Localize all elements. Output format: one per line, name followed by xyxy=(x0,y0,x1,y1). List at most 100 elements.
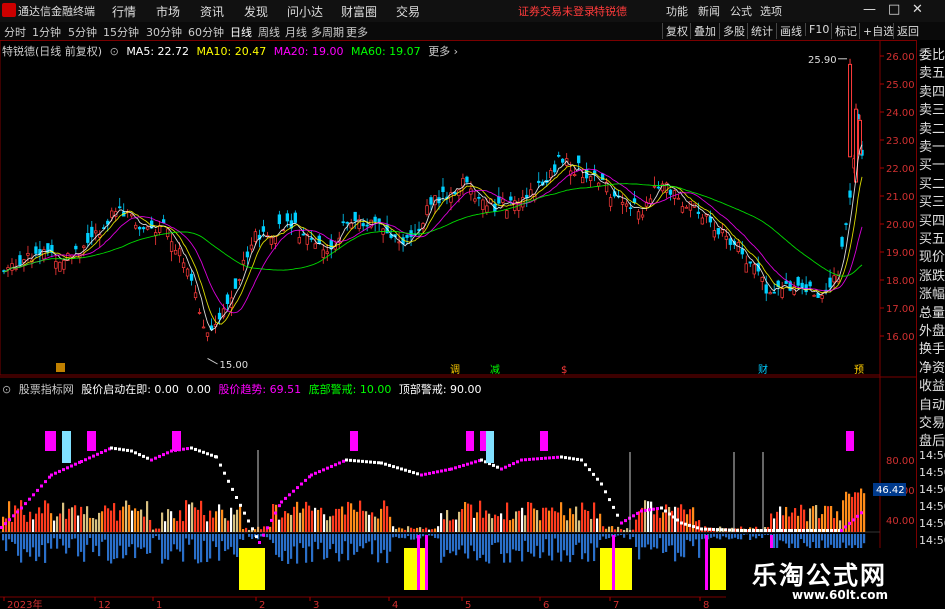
trend-line-segment xyxy=(736,528,739,532)
indicator-bar-down xyxy=(200,534,203,563)
trend-line-segment xyxy=(784,529,787,532)
trend-line-segment xyxy=(588,468,591,472)
candle-body xyxy=(648,198,653,204)
period-tab-active[interactable]: 日线 xyxy=(230,24,252,40)
period-tab[interactable]: 月线 xyxy=(285,24,307,40)
indicator-bar-down xyxy=(863,534,866,544)
price-tick-label: 20.00 xyxy=(886,220,915,231)
chart-canvas[interactable]: 26.0025.0024.0023.0022.0021.0020.0019.00… xyxy=(0,40,916,609)
toolbar-button[interactable]: F10 xyxy=(805,23,829,36)
menu-item-function[interactable]: 功能 xyxy=(666,3,688,19)
candle-body xyxy=(620,201,625,205)
indicator-bar-down xyxy=(89,534,92,539)
candle-body xyxy=(349,222,353,229)
date-tick-label: 6 xyxy=(543,600,549,609)
indicator-bar-up xyxy=(602,526,605,532)
indicator-bar-up xyxy=(29,511,32,532)
indicator-bar-up xyxy=(38,507,41,532)
maximize-icon[interactable]: □ xyxy=(888,2,900,17)
price-tick-label: 23.00 xyxy=(886,136,915,147)
indicator-bar-down xyxy=(473,534,476,552)
toolbar-button[interactable]: 返回 xyxy=(893,23,919,39)
toolbar-button[interactable]: +自选 xyxy=(859,23,894,39)
menu-item-options[interactable]: 选项 xyxy=(760,3,782,19)
indicator-bar-down xyxy=(302,534,305,548)
minimize-icon[interactable]: — xyxy=(863,2,876,17)
menu-item-market[interactable]: 市场 xyxy=(156,3,180,20)
indicator-bar-down xyxy=(188,534,191,545)
indicator-bar-up xyxy=(218,504,221,532)
menu-item-formula[interactable]: 公式 xyxy=(730,3,752,19)
indicator-bar-down xyxy=(761,534,764,538)
quote-panel-label: 买五 xyxy=(919,232,945,247)
settings-icon[interactable]: ⊙ xyxy=(110,45,119,58)
indicator-bar-up xyxy=(530,502,533,532)
close-icon[interactable]: ✕ xyxy=(912,2,923,17)
indicator-bar-down xyxy=(353,534,356,555)
menu-item-wealth[interactable]: 财富圈 xyxy=(341,3,377,20)
menu-item-news[interactable]: 资讯 xyxy=(200,3,224,20)
quote-panel-label: 现价 xyxy=(919,250,945,266)
indicator-bar-down xyxy=(698,534,701,558)
period-tab[interactable]: 周线 xyxy=(258,24,280,40)
candle-body xyxy=(181,262,186,268)
indicator-bar-down xyxy=(734,534,737,538)
trend-line-segment xyxy=(470,461,473,465)
period-tab[interactable]: 多周期 xyxy=(311,24,344,40)
toolbar-button[interactable]: 叠加 xyxy=(690,23,716,39)
indicator-bar-down xyxy=(752,534,755,537)
signal-zone-stripe xyxy=(417,535,420,590)
indicator-bar-up xyxy=(95,519,98,532)
candle-body xyxy=(86,232,90,243)
period-tab[interactable]: 分时 xyxy=(4,24,26,40)
indicator-bar-down xyxy=(506,534,509,554)
period-tab[interactable]: 30分钟 xyxy=(146,24,182,40)
candle-body xyxy=(441,186,445,193)
candle-body xyxy=(624,203,629,207)
trend-line-segment xyxy=(844,525,847,529)
candle-body xyxy=(26,253,30,256)
indicator-bar-down xyxy=(428,534,431,536)
indicator-bar-up xyxy=(119,510,122,532)
candle-body xyxy=(297,237,301,244)
more-icon[interactable]: 更多 › xyxy=(428,45,458,58)
indicator-bar-up xyxy=(173,518,176,532)
menu-item-newsflash[interactable]: 新闻 xyxy=(698,3,720,19)
trend-line-segment xyxy=(4,522,7,526)
period-tab[interactable]: 60分钟 xyxy=(188,24,224,40)
toolbar-button[interactable]: 复权 xyxy=(662,23,688,39)
candle-body xyxy=(233,278,238,289)
candle-body xyxy=(353,211,357,222)
candle-body xyxy=(780,288,784,298)
indicator-bar-down xyxy=(377,534,380,563)
toolbar-button[interactable]: 统计 xyxy=(747,23,773,39)
indicator-bar-up xyxy=(560,502,563,532)
menu-item-ask[interactable]: 问小达 xyxy=(287,3,323,20)
indicator-bar-up xyxy=(368,514,371,532)
toolbar-button[interactable]: 画线 xyxy=(776,23,802,39)
toolbar-button[interactable]: 标记 xyxy=(831,23,857,39)
event-marker: 财 xyxy=(758,363,768,376)
period-tab[interactable]: 5分钟 xyxy=(68,24,97,40)
indicator-bar-down xyxy=(323,534,326,560)
trend-line-segment xyxy=(584,463,587,467)
indicator-bar-down xyxy=(77,534,80,557)
more-tab[interactable]: 更多 xyxy=(346,24,368,40)
login-status[interactable]: 证券交易未登录 xyxy=(518,3,595,19)
period-tab[interactable]: 15分钟 xyxy=(103,24,139,40)
menu-item-discover[interactable]: 发现 xyxy=(244,3,268,20)
trend-line-segment xyxy=(166,451,169,455)
toolbar-button[interactable]: 多股 xyxy=(719,23,745,39)
trend-line-segment xyxy=(388,463,391,467)
settings-icon[interactable]: ⊙ xyxy=(2,383,11,396)
menu-item-quotes[interactable]: 行情 xyxy=(112,3,136,20)
period-tab[interactable]: 1分钟 xyxy=(32,24,61,40)
indicator-bar-down xyxy=(758,534,761,537)
menu-item-trade[interactable]: 交易 xyxy=(396,3,420,20)
trend-line-segment xyxy=(560,455,563,459)
trend-line-segment xyxy=(44,480,47,484)
indicator-bar-up xyxy=(263,526,266,532)
indicator-bar-up xyxy=(128,504,131,532)
indicator-bar-up xyxy=(275,504,278,532)
price-tick-label: 19.00 xyxy=(886,248,915,259)
